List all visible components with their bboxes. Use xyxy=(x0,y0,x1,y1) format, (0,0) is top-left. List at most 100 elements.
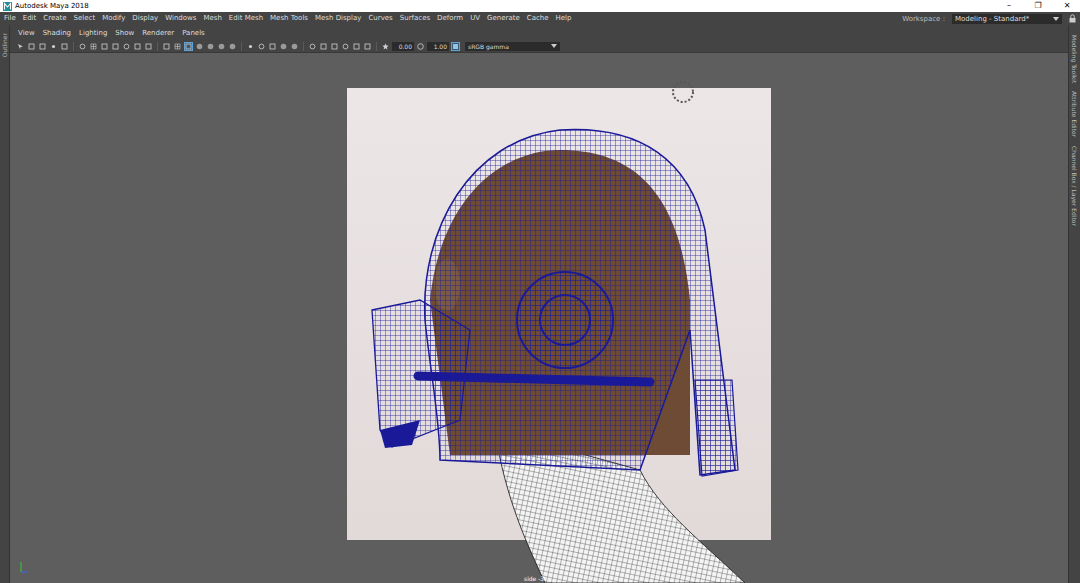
toolbar-button[interactable] xyxy=(144,42,153,51)
lock-icon[interactable] xyxy=(1069,14,1076,23)
panel-menu-item[interactable]: Show xyxy=(115,27,134,40)
toolbar-button[interactable] xyxy=(27,42,36,51)
toolbar-button[interactable] xyxy=(133,42,142,51)
menu-item[interactable]: Mesh Tools xyxy=(270,12,308,25)
toolbar-button[interactable] xyxy=(16,42,25,51)
toolbar-button[interactable] xyxy=(89,42,98,51)
tool-glyph-icon xyxy=(258,43,265,50)
toolbar-button[interactable] xyxy=(173,42,182,51)
toolbar-button[interactable] xyxy=(111,42,120,51)
exposure-button[interactable] xyxy=(381,42,390,51)
wireframe-head-icon xyxy=(10,53,1068,583)
menu-item[interactable]: Mesh xyxy=(203,12,221,25)
menu-item[interactable]: Mesh Display xyxy=(315,12,361,25)
menu-item[interactable]: Create xyxy=(43,12,66,25)
toolbar-separator xyxy=(241,42,242,51)
toolbar-button[interactable] xyxy=(319,42,328,51)
toolbar-button[interactable] xyxy=(100,42,109,51)
tool-glyph-icon xyxy=(291,43,298,50)
toolbar-button[interactable] xyxy=(60,42,69,51)
title-bar: Autodesk Maya 2018–❐✕ xyxy=(0,0,1080,12)
tool-glyph-icon xyxy=(101,43,108,50)
toolbar-button[interactable] xyxy=(341,42,350,51)
tool-glyph-icon xyxy=(90,43,97,50)
menu-item[interactable]: Select xyxy=(74,12,96,25)
toolbar-button[interactable] xyxy=(308,42,317,51)
tool-glyph-icon xyxy=(28,43,35,50)
color-management-button[interactable] xyxy=(451,42,460,51)
menu-item[interactable]: Curves xyxy=(368,12,392,25)
menu-item[interactable]: Help xyxy=(556,12,572,25)
toolbar-button[interactable] xyxy=(184,42,193,51)
toolbar-button[interactable] xyxy=(257,42,266,51)
dock-tab[interactable]: Modeling Toolkit xyxy=(1071,35,1078,83)
viewport-panel: ViewShadingLightingShowRendererPanels0.0… xyxy=(10,25,1068,583)
tool-glyph-icon xyxy=(17,43,24,50)
toolbar-button[interactable] xyxy=(162,42,171,51)
workspace-select[interactable]: Modeling - Standard* xyxy=(952,14,1062,24)
viewport[interactable]: side -3 xyxy=(10,53,1068,583)
toolbar-separator xyxy=(303,42,304,51)
panel-menu-item[interactable]: Renderer xyxy=(142,27,174,40)
menu-item[interactable]: Cache xyxy=(527,12,549,25)
dock-tab[interactable]: Channel Box / Layer Editor xyxy=(1071,146,1078,226)
menu-item[interactable]: Edit xyxy=(23,12,37,25)
tool-glyph-icon xyxy=(61,43,68,50)
color-space-select[interactable]: sRGB gamma xyxy=(465,42,560,51)
panel-menu-item[interactable]: Shading xyxy=(43,27,71,40)
toolbar-button[interactable] xyxy=(122,42,131,51)
toolbar-button[interactable] xyxy=(279,42,288,51)
menu-bar: File Edit Create Select Modify Display Windows… xyxy=(0,12,1080,25)
toolbar-button[interactable] xyxy=(78,42,87,51)
menu-item[interactable]: Modify xyxy=(102,12,125,25)
toolbar-button[interactable] xyxy=(352,42,361,51)
menu-item[interactable]: UV xyxy=(470,12,480,25)
camera-label: side -3 xyxy=(524,575,544,582)
panel-menu-item[interactable]: Lighting xyxy=(79,27,107,40)
tool-glyph-icon xyxy=(145,43,152,50)
panel-menu-item[interactable]: Panels xyxy=(182,27,205,40)
toolbar-button[interactable] xyxy=(195,42,204,51)
window-title: Autodesk Maya 2018 xyxy=(15,0,993,12)
toolbar-separator xyxy=(157,42,158,51)
tool-glyph-icon xyxy=(320,43,327,50)
gamma-field[interactable]: 1.00 xyxy=(427,42,449,51)
toolbar-button[interactable] xyxy=(363,42,372,51)
dock-tab[interactable]: Outliner xyxy=(1,33,8,57)
toolbar-button[interactable] xyxy=(290,42,299,51)
toolbar-button[interactable] xyxy=(217,42,226,51)
window-control-button[interactable]: ✕ xyxy=(1054,0,1080,12)
tool-glyph-icon xyxy=(269,43,276,50)
toolbar-button[interactable] xyxy=(246,42,255,51)
workspace-body: Outliner View Shading Lighting Show Renderer P… xyxy=(0,25,1080,583)
panel-menu-item[interactable]: View xyxy=(18,27,35,40)
gamma-button[interactable] xyxy=(416,42,425,51)
toolbar-separator xyxy=(376,42,377,51)
window-control-button[interactable]: ❐ xyxy=(1025,0,1051,12)
menu-item[interactable]: Windows xyxy=(165,12,196,25)
exposure-field[interactable]: 0.00 xyxy=(392,42,414,51)
window-control-button[interactable]: – xyxy=(996,0,1022,12)
menu-item[interactable]: Display xyxy=(132,12,158,25)
toolbar-button[interactable] xyxy=(49,42,58,51)
tool-glyph-icon xyxy=(229,43,236,50)
panel-toolbar: 0.00 1.00 sRGB gamma xyxy=(10,40,1068,53)
menu-item[interactable]: Edit Mesh xyxy=(229,12,263,25)
dropdown-arrow-icon xyxy=(551,44,557,48)
menu-item[interactable]: File xyxy=(4,12,16,25)
toolbar-button[interactable] xyxy=(206,42,215,51)
menu-item[interactable]: Generate xyxy=(487,12,520,25)
toolbar-button[interactable] xyxy=(268,42,277,51)
tool-glyph-icon xyxy=(50,43,57,50)
tool-glyph-icon xyxy=(185,43,192,50)
menu-item[interactable]: Deform xyxy=(437,12,463,25)
toolbar-button[interactable] xyxy=(38,42,47,51)
tool-glyph-icon xyxy=(123,43,130,50)
dock-tab[interactable]: Attribute Editor xyxy=(1071,91,1078,137)
toolbar-button[interactable] xyxy=(228,42,237,51)
toolbar-button[interactable] xyxy=(330,42,339,51)
tool-glyph-icon xyxy=(342,43,349,50)
menu-item[interactable]: Surfaces xyxy=(400,12,430,25)
tool-glyph-icon xyxy=(39,43,46,50)
tool-glyph-icon xyxy=(280,43,287,50)
